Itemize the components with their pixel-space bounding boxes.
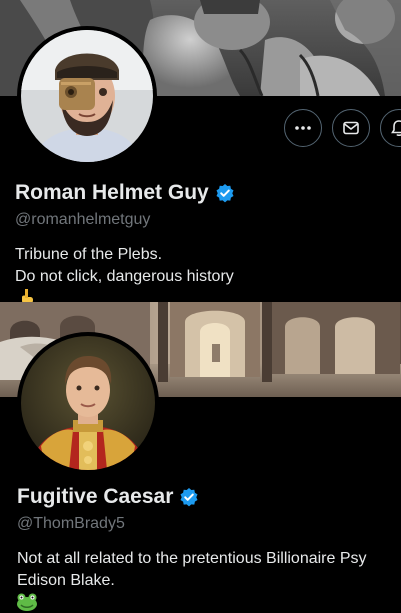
message-icon [343, 121, 359, 135]
profile-name-row: Fugitive Caesar [17, 485, 199, 509]
more-icon [295, 126, 311, 130]
profile-display-name: Roman Helmet Guy [15, 181, 209, 204]
verified-badge-icon[interactable] [179, 487, 199, 507]
profile-card-roman-helmet-guy: Roman Helmet Guy @romanhelmetguy Tribune… [0, 0, 401, 302]
profile-bio: Tribune of the Plebs. Do not click, dang… [15, 244, 234, 302]
profile-handle: @ThomBrady5 [17, 515, 125, 532]
profile-name-row: Roman Helmet Guy [15, 181, 235, 205]
profile-card-fugitive-caesar: Fugitive Caesar @ThomBrady5 Not at all r… [0, 302, 401, 613]
bio-line: Not at all related to the pretentious Bi… [17, 550, 367, 567]
more-options-button[interactable] [284, 109, 322, 147]
notification-bell-icon [391, 120, 401, 137]
bio-line: Edison Blake. [17, 572, 115, 589]
bio-line: Do not click, dangerous history [15, 268, 234, 285]
profile-handle: @romanhelmetguy [15, 211, 151, 228]
bio-line: Tribune of the Plebs. [15, 246, 163, 263]
profile-avatar[interactable] [17, 26, 157, 166]
profile-bio: Not at all related to the pretentious Bi… [17, 548, 367, 592]
message-button[interactable] [332, 109, 370, 147]
verified-badge-icon[interactable] [215, 183, 235, 203]
profile-action-buttons [284, 109, 401, 147]
pointing-down-hand-icon [22, 289, 33, 302]
notifications-button[interactable] [380, 109, 401, 147]
profile-display-name: Fugitive Caesar [17, 485, 174, 508]
frog-icon [17, 593, 37, 611]
profile-avatar[interactable] [17, 332, 159, 474]
